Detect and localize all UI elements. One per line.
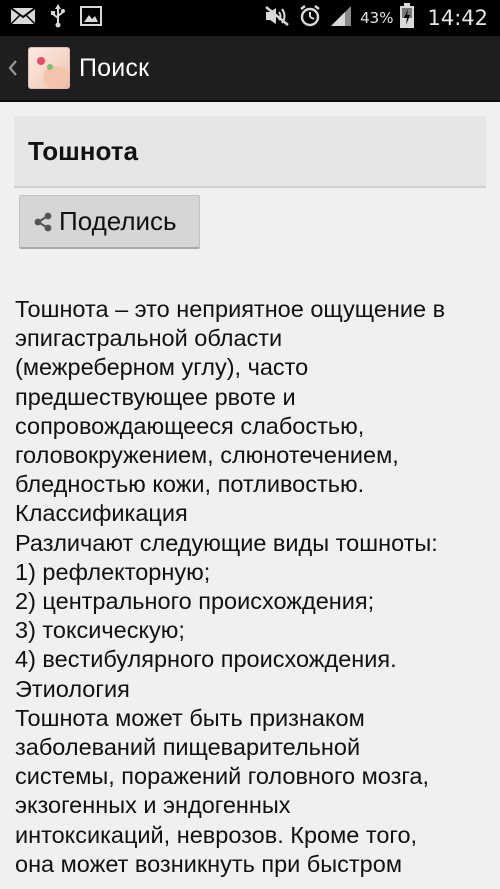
battery-charging-icon [399,2,415,34]
article-line: Этиология [15,675,130,702]
article-line: интоксикаций, неврозов. Кроме того, [15,821,418,848]
image-icon [80,5,102,31]
article-line: экзогенных и эндогенных [15,792,291,819]
article-line: эпигастральной области [15,325,283,352]
action-bar-title: Поиск [79,53,150,82]
app-logo-icon[interactable] [28,47,70,89]
share-button[interactable]: Поделись [19,195,200,249]
article-line: предшествующее рвоте и [15,383,296,410]
article-line: Тошнота может быть признаком [15,704,365,731]
share-icon [33,212,53,232]
article-title: Тошнота [28,135,138,166]
article-line: Различают следующие виды тошноты: [15,529,438,556]
article-line: она может возникнуть при быстром [15,850,402,877]
battery-percentage: 43% [360,9,394,27]
article-line: сопровождающееся слабостью, [15,412,365,439]
alarm-icon [298,4,322,33]
status-bar: 43% 14:42 [0,0,500,36]
signal-icon [330,5,352,32]
article-line: системы, поражений головного мозга, [15,763,430,790]
back-chevron-icon[interactable] [2,36,24,100]
article-line: Классификация [15,500,188,527]
article-body: Тошнота – это неприятное ощущение в эпиг… [15,295,495,879]
email-icon [10,6,36,31]
article-line: 3) токсическую; [15,617,185,644]
article-line: бледностью кожи, потливостью. [15,471,365,498]
clock: 14:42 [427,6,488,30]
action-bar: Поиск [0,36,500,102]
system-icons: 43% 14:42 [264,2,488,34]
mute-icon [264,5,290,32]
article-line: заболеваний пищеварительной [15,734,361,761]
usb-icon [50,3,66,33]
article-line: 2) центрального происхождения; [15,588,375,615]
article-line: (межреберном углу), часто [15,354,309,381]
share-button-label: Поделись [59,206,177,236]
article-line: 1) рефлекторную; [15,558,211,585]
article-title-card: Тошнота [14,116,486,188]
article-line: 4) вестибулярного происхождения. [15,646,397,673]
article-line: Тошнота – это неприятное ощущение в [15,296,446,322]
article-line: головокружением, слюнотечением, [15,442,399,469]
notification-icons [10,3,102,33]
